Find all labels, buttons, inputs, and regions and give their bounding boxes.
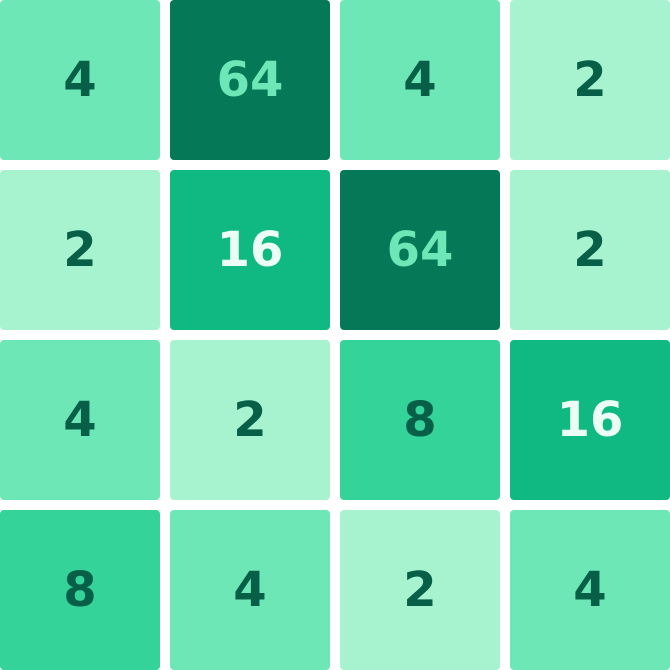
tile-r3-c2: 2 [170,340,330,500]
tile-r2-c4: 2 [510,170,670,330]
tile-r1-c4: 2 [510,0,670,160]
game-board[interactable]: 4 64 4 2 2 16 64 2 4 2 8 16 8 4 2 4 [0,0,670,670]
tile-r3-c1: 4 [0,340,160,500]
tile-r4-c4: 4 [510,510,670,670]
tile-r2-c3: 64 [340,170,500,330]
tile-r1-c2: 64 [170,0,330,160]
tile-r2-c2: 16 [170,170,330,330]
tile-r1-c3: 4 [340,0,500,160]
tile-r1-c1: 4 [0,0,160,160]
tile-r4-c1: 8 [0,510,160,670]
tile-r3-c3: 8 [340,340,500,500]
tile-r4-c2: 4 [170,510,330,670]
tile-r2-c1: 2 [0,170,160,330]
tile-r3-c4: 16 [510,340,670,500]
tile-r4-c3: 2 [340,510,500,670]
